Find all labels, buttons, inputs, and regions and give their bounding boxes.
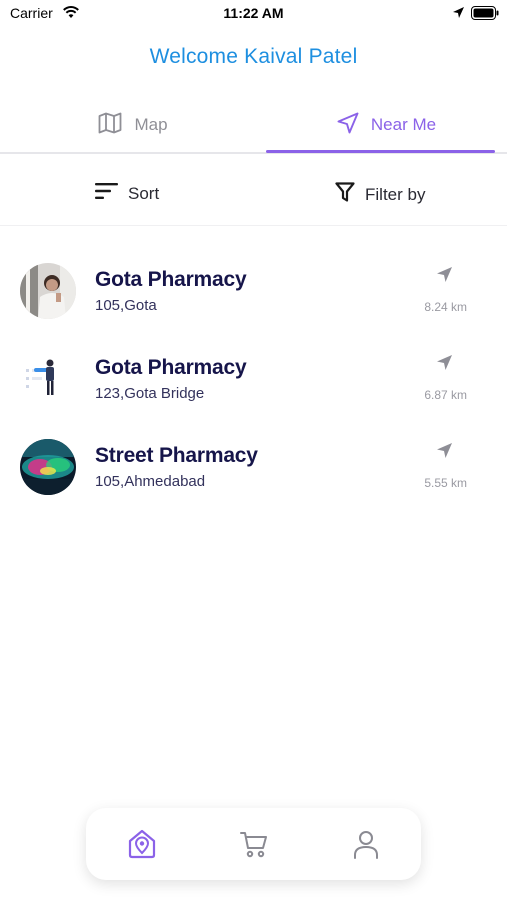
pharmacy-avatar — [20, 263, 76, 319]
sort-icon — [95, 182, 118, 205]
pharmacy-distance: 6.87 km — [424, 388, 467, 402]
navigate-icon[interactable] — [436, 354, 453, 376]
tab-near-me[interactable]: Near Me — [266, 98, 507, 152]
navigate-icon[interactable] — [436, 266, 453, 288]
filter-label: Filter by — [365, 184, 426, 204]
status-bar: Carrier 11:22 AM — [0, 0, 507, 28]
navigation-icon — [337, 112, 359, 139]
sort-filter-bar: Sort Filter by — [0, 170, 507, 226]
pharmacy-address: 105,Ahmedabad — [95, 473, 206, 490]
tab-map-label: Map — [134, 115, 168, 134]
home-location-icon — [126, 828, 158, 865]
location-arrow-icon — [452, 6, 465, 24]
status-time: 11:22 AM — [223, 5, 284, 21]
bottom-tab-bar — [86, 808, 421, 880]
sort-button[interactable]: Sort — [95, 182, 159, 205]
filter-icon — [335, 182, 355, 207]
pharmacy-name: Street Pharmacy — [95, 444, 258, 467]
profile-icon — [352, 829, 380, 864]
active-tab-indicator — [266, 150, 495, 153]
navigate-icon[interactable] — [436, 442, 453, 464]
nav-home-button[interactable] — [124, 828, 160, 864]
list-item[interactable]: Street Pharmacy 105,Ahmedabad 5.55 km — [0, 422, 507, 510]
segment-tabs: Map Near Me — [0, 98, 507, 154]
list-item[interactable]: Gota Pharmacy 123,Gota Bridge 6.87 km — [0, 334, 507, 422]
pharmacy-distance: 5.55 km — [424, 476, 467, 490]
pharmacy-avatar — [20, 351, 76, 407]
pharmacy-distance: 8.24 km — [424, 300, 467, 314]
list-item[interactable]: Gota Pharmacy 105,Gota 8.24 km — [0, 246, 507, 334]
nav-profile-button[interactable] — [348, 828, 384, 864]
tab-map[interactable]: Map — [0, 98, 266, 152]
cart-icon — [239, 829, 269, 864]
pharmacy-name: Gota Pharmacy — [95, 356, 247, 379]
pharmacy-avatar — [20, 439, 76, 495]
welcome-title: Welcome Kaival Patel — [149, 45, 358, 68]
nav-cart-button[interactable] — [236, 828, 272, 864]
pharmacy-address: 105,Gota — [95, 297, 157, 314]
battery-icon — [471, 6, 499, 25]
filter-button[interactable]: Filter by — [335, 182, 425, 207]
sort-label: Sort — [128, 183, 160, 203]
map-icon — [98, 112, 122, 139]
tab-near-me-label: Near Me — [370, 115, 437, 134]
pharmacy-name: Gota Pharmacy — [95, 268, 247, 291]
pharmacy-address: 123,Gota Bridge — [95, 385, 205, 402]
